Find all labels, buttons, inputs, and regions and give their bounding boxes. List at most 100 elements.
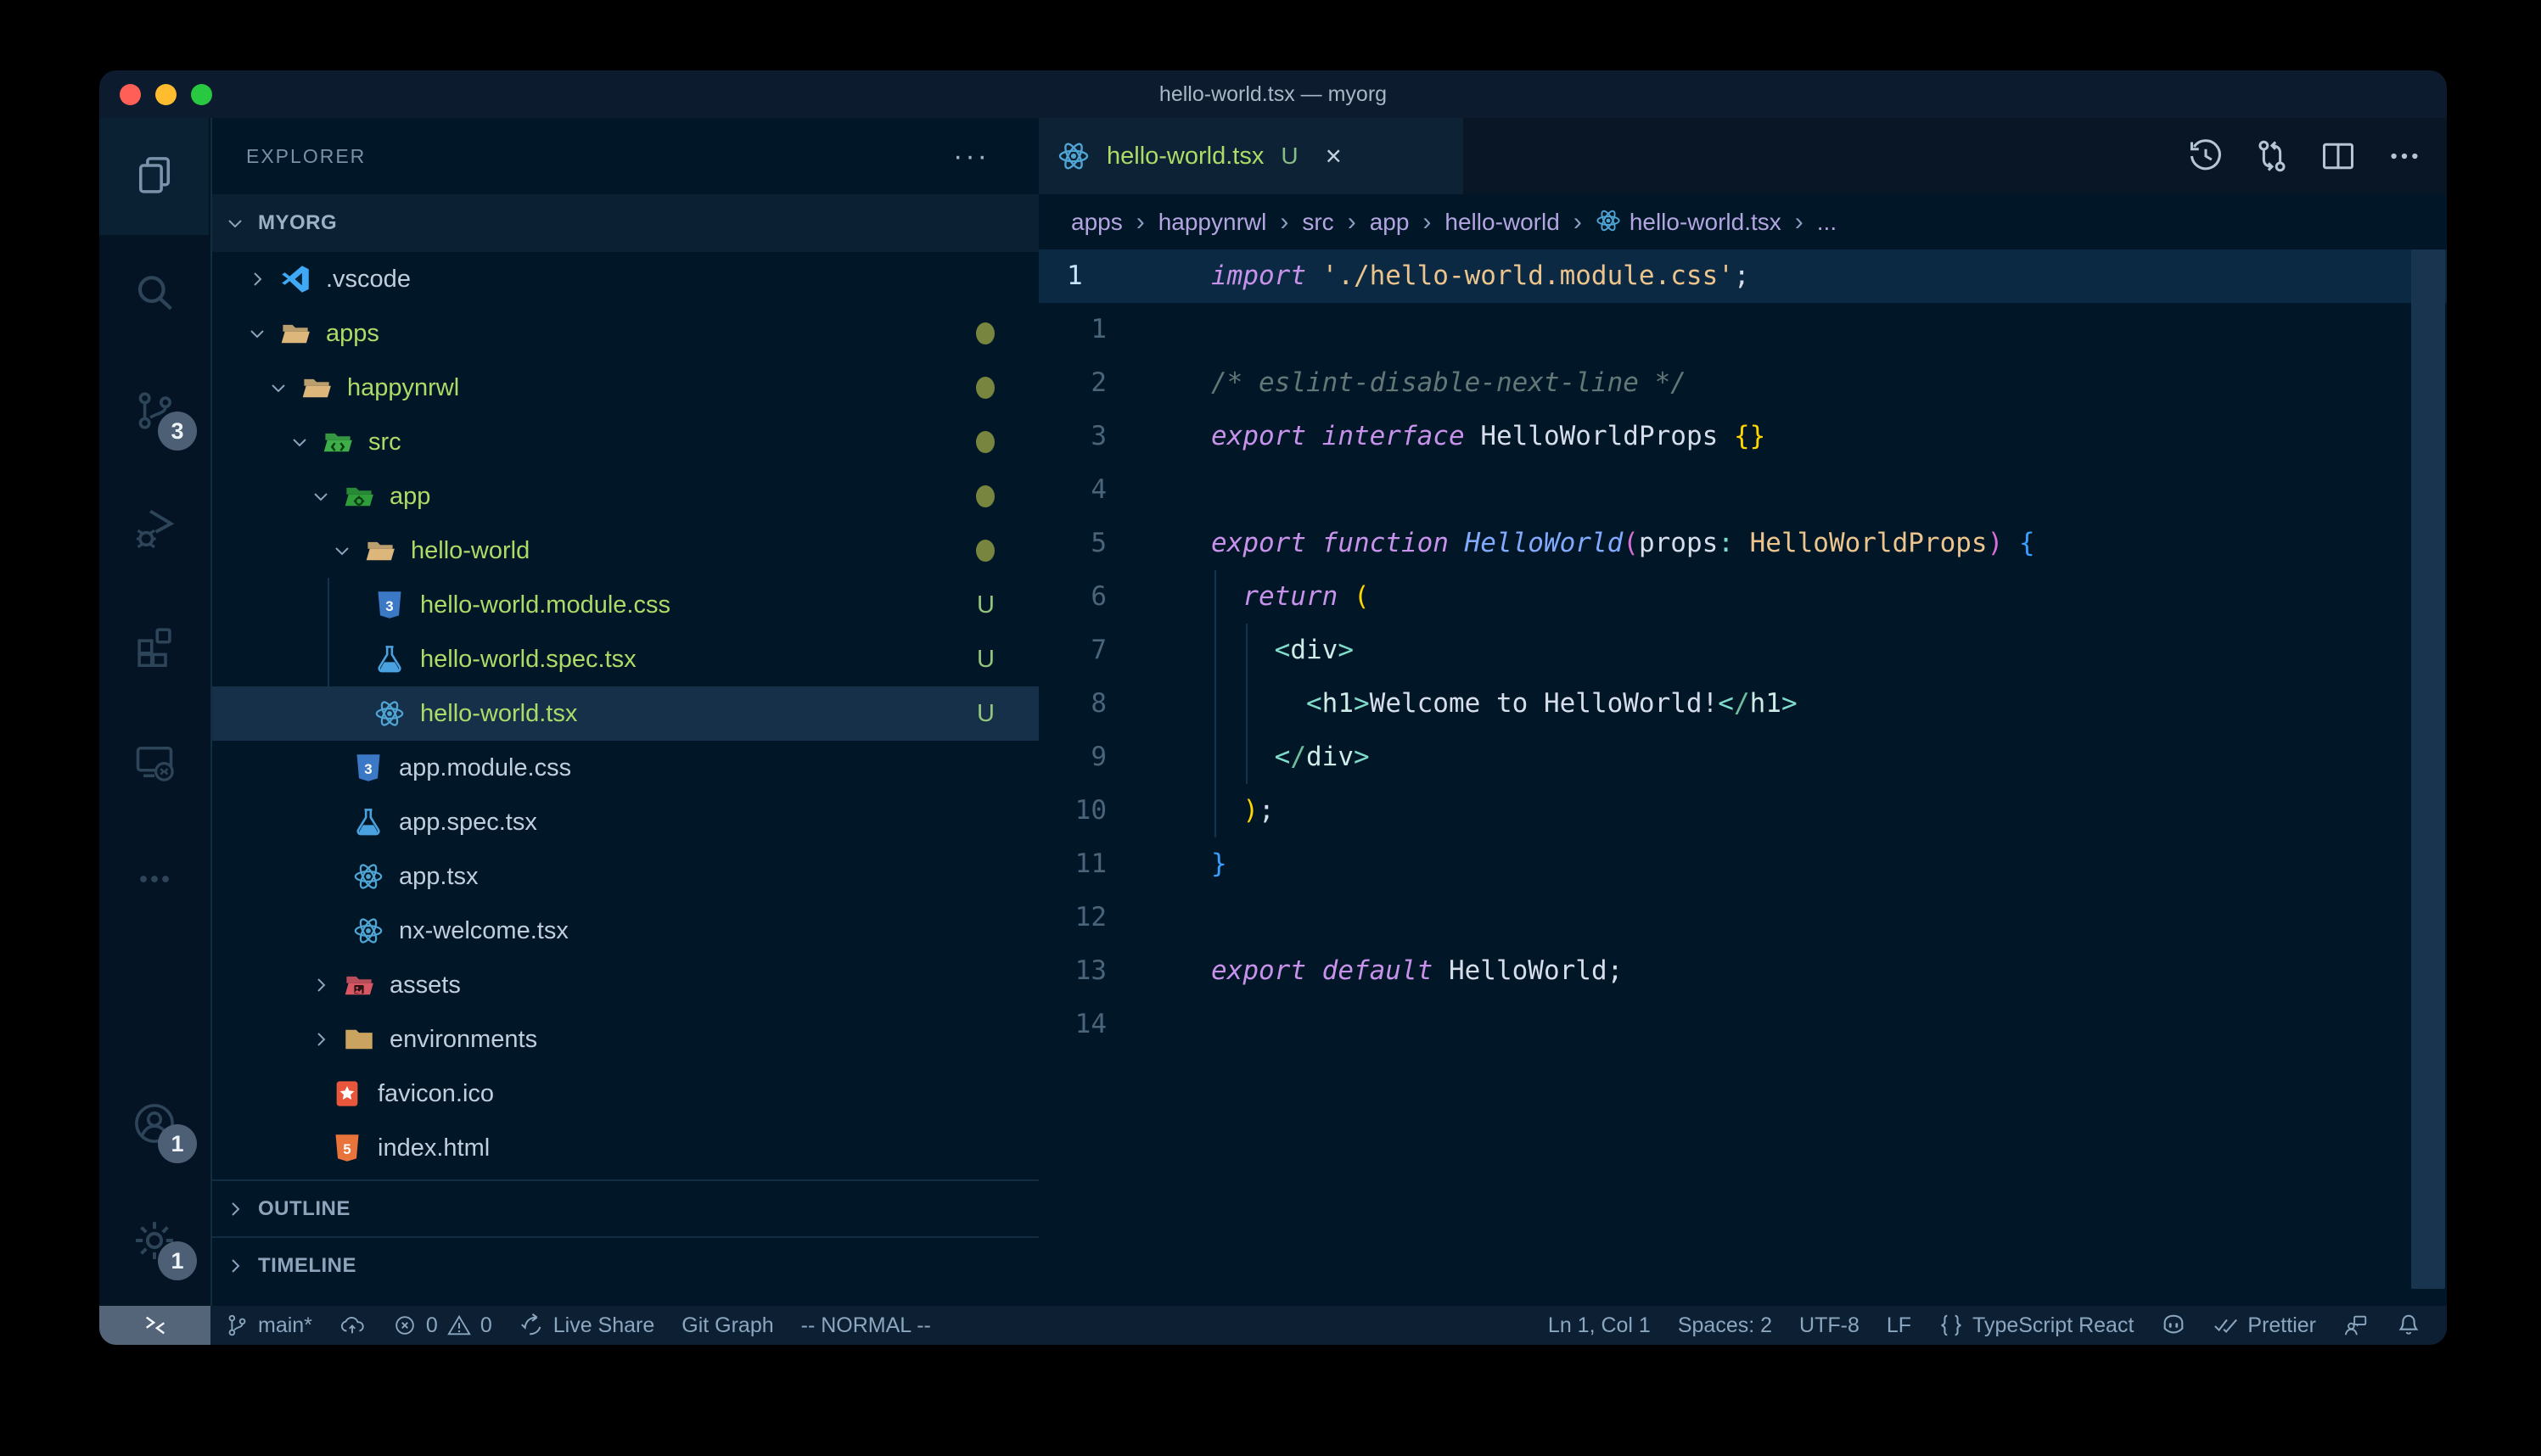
status-git-graph[interactable]: Git Graph (668, 1306, 787, 1345)
status-remote-indicator[interactable] (99, 1306, 210, 1345)
views-and-more-actions-button[interactable]: ··· (953, 148, 990, 165)
code-line: 12 (1039, 891, 2447, 944)
extensions-icon (132, 623, 177, 667)
tree-item-hello-world-spec-tsx[interactable]: hello-world.spec.tsxU (212, 632, 1039, 686)
breadcrumb-item-src[interactable]: src (1302, 209, 1333, 236)
tree-item-environments[interactable]: environments (212, 1012, 1039, 1067)
file-label: hello-world.module.css (420, 591, 670, 619)
more-actions-button[interactable] (2386, 137, 2423, 175)
status-indentation[interactable]: Spaces: 2 (1664, 1306, 1786, 1345)
explorer-sidebar: EXPLORER ··· MYORG .vscodeappshappynrwls… (212, 118, 1039, 1306)
status-notifications[interactable] (2382, 1306, 2435, 1345)
git-status-badge: U (977, 646, 995, 674)
activity-bar-item-search[interactable] (99, 235, 209, 352)
tree-item-hello-world[interactable]: hello-world (212, 524, 1039, 578)
breadcrumb-item-happynrwl[interactable]: happynrwl (1158, 209, 1267, 236)
activity-bar-item-extensions[interactable] (99, 586, 209, 703)
code-text: return ( (1211, 570, 1370, 624)
status-problems[interactable]: 00 (379, 1306, 506, 1345)
split-icon (2319, 164, 2357, 178)
status-eol[interactable]: LF (1873, 1306, 1925, 1345)
tree-item-nx-welcome-tsx[interactable]: nx-welcome.tsx (212, 904, 1039, 958)
tree-item-favicon-ico[interactable]: favicon.ico (212, 1067, 1039, 1121)
tree-item-hello-world-module-css[interactable]: 3hello-world.module.cssU (212, 578, 1039, 632)
tree-item-hello-world-tsx[interactable]: hello-world.tsxU (212, 686, 1039, 741)
status-label: UTF-8 (1799, 1313, 1859, 1338)
tree-item-index-html[interactable]: 5index.html (212, 1121, 1039, 1175)
share-icon (519, 1313, 545, 1338)
file-tree: .vscodeappshappynrwlsrcapphello-world3he… (212, 252, 1039, 1175)
chevron-down-icon (224, 212, 246, 234)
activity-bar-item-run-debug[interactable] (99, 469, 209, 586)
status-language-mode[interactable]: TypeScript React (1925, 1306, 2147, 1345)
line-number: 9 (1039, 731, 1107, 784)
timeline-section-header[interactable]: TIMELINE (212, 1236, 1039, 1293)
status-label: -- NORMAL -- (801, 1313, 931, 1338)
status-label: Git Graph (682, 1313, 773, 1338)
vertical-scrollbar[interactable] (2411, 249, 2445, 1289)
workspace-section-header[interactable]: MYORG (212, 194, 1039, 252)
status-label: Spaces: 2 (1678, 1313, 1772, 1338)
tree-item-app-spec-tsx[interactable]: app.spec.tsx (212, 795, 1039, 849)
tree-item-app[interactable]: app (212, 469, 1039, 524)
tree-item-app-tsx[interactable]: app.tsx (212, 849, 1039, 904)
open-timeline-button[interactable] (2187, 137, 2224, 175)
tree-item-apps[interactable]: apps (212, 306, 1039, 361)
git-status-badge: U (977, 700, 995, 728)
vscode-icon (280, 264, 311, 294)
activity-bar-item-explorer[interactable] (99, 118, 209, 235)
close-tab-button[interactable]: × (1326, 140, 1342, 172)
status-prettier[interactable]: Prettier (2200, 1306, 2330, 1345)
git-modified-dot (976, 377, 995, 399)
test-icon (353, 807, 384, 837)
git-status-badge: U (977, 591, 995, 619)
status-label: LF (1887, 1313, 1911, 1338)
branch-icon (224, 1313, 250, 1338)
tree-item-assets[interactable]: assets (212, 958, 1039, 1012)
breadcrumb-item-hello-world[interactable]: hello-world (1444, 209, 1559, 236)
split-editor-button[interactable] (2319, 137, 2357, 175)
outline-section-header[interactable]: OUTLINE (212, 1179, 1039, 1236)
tree-item--vscode[interactable]: .vscode (212, 252, 1039, 306)
tree-item-happynrwl[interactable]: happynrwl (212, 361, 1039, 415)
desktop: hello-world.tsx — myorg 3 11 EXPLORER ··… (0, 0, 2541, 1456)
file-label: apps (326, 320, 379, 348)
cloud-upload-icon (339, 1313, 365, 1338)
workspace-name: MYORG (258, 211, 337, 235)
chevron-down-icon (246, 322, 268, 344)
status-feedback[interactable] (2330, 1306, 2382, 1345)
activity-bar-item-remote-explorer[interactable] (99, 703, 209, 820)
status-cursor-position[interactable]: Ln 1, Col 1 (1534, 1306, 1664, 1345)
activity-bar: 3 11 (99, 118, 212, 1306)
tab-hello-world-tsx[interactable]: hello-world.tsx U × (1039, 118, 1463, 194)
line-number: 6 (1039, 570, 1107, 624)
activity-bar-item-more-views[interactable] (99, 820, 209, 938)
line-number: 10 (1039, 784, 1107, 837)
breadcrumb-item-apps[interactable]: apps (1071, 209, 1123, 236)
file-label: src (368, 428, 401, 456)
breadcrumb-item-hello-world-tsx[interactable]: hello-world.tsx (1596, 208, 1781, 236)
timeline-label: TIMELINE (258, 1254, 356, 1278)
line-number: 1 (1039, 303, 1107, 356)
status-publish-changes[interactable] (326, 1306, 379, 1345)
status-vim-mode[interactable]: -- NORMAL -- (788, 1306, 945, 1345)
files-icon (132, 154, 177, 199)
status-live-share[interactable]: Live Share (506, 1306, 669, 1345)
status-copilot[interactable] (2147, 1306, 2200, 1345)
breadcrumb-item-app[interactable]: app (1370, 209, 1410, 236)
line-number: 13 (1039, 944, 1107, 998)
tree-item-src[interactable]: src (212, 415, 1039, 469)
git-modified-dot (976, 485, 995, 507)
file-label: assets (390, 972, 461, 1000)
double-check-icon (2213, 1313, 2239, 1338)
status-git-branch[interactable]: main* (210, 1306, 326, 1345)
breadcrumb-separator: › (1348, 208, 1356, 237)
activity-bar-item-accounts[interactable]: 1 (99, 1065, 209, 1182)
code-editor[interactable]: 1import './hello-world.module.css';12/* … (1039, 249, 2447, 1306)
open-changes-button[interactable] (2253, 137, 2291, 175)
activity-bar-item-source-control[interactable]: 3 (99, 352, 209, 469)
tree-item-app-module-css[interactable]: 3app.module.css (212, 741, 1039, 795)
activity-bar-item-settings[interactable]: 1 (99, 1182, 209, 1299)
status-encoding[interactable]: UTF-8 (1786, 1306, 1873, 1345)
breadcrumb-item--[interactable]: ... (1817, 209, 1837, 236)
